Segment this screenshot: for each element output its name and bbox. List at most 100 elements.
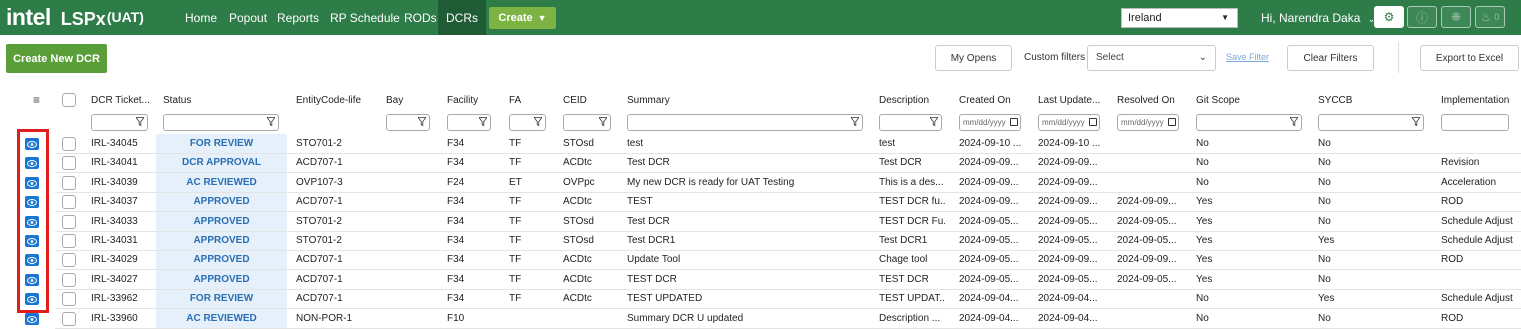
- info-button[interactable]: ⓘ: [1407, 6, 1437, 28]
- view-button[interactable]: [25, 313, 39, 325]
- filter-syccb-input[interactable]: [1318, 114, 1424, 131]
- settings-button[interactable]: ⚙: [1374, 6, 1404, 28]
- filter-git-scope-input[interactable]: [1196, 114, 1302, 131]
- row-checkbox[interactable]: [62, 253, 76, 267]
- filter-summary-input[interactable]: [627, 114, 863, 131]
- col-header-ceid[interactable]: CEID: [563, 95, 587, 106]
- row-checkbox[interactable]: [62, 234, 76, 248]
- row-checkbox[interactable]: [62, 312, 76, 326]
- my-opens-button[interactable]: My Opens: [935, 45, 1012, 71]
- col-header-git-scope[interactable]: Git Scope: [1196, 95, 1240, 106]
- cell-facility: F34: [447, 216, 465, 227]
- cell-facility: F34: [447, 293, 465, 304]
- cell-resolved-on: 2024-09-05...: [1117, 235, 1177, 246]
- cell-description: Chage tool: [879, 254, 928, 265]
- user-menu[interactable]: Hi, Narendra Daka ⌄: [1261, 0, 1375, 35]
- info-icon: ⓘ: [1415, 10, 1428, 25]
- row-checkbox[interactable]: [62, 195, 76, 209]
- cell-ticket[interactable]: IRL-34039: [91, 177, 151, 188]
- filter-description-input[interactable]: [879, 114, 942, 131]
- nav-popout[interactable]: Popout: [229, 0, 267, 35]
- cell-ticket[interactable]: IRL-33960: [91, 313, 151, 324]
- cell-ticket[interactable]: IRL-34041: [91, 157, 151, 168]
- intel-logo: intel: [6, 4, 51, 30]
- filter-created-on-date[interactable]: mm/dd/yyyy: [959, 114, 1021, 131]
- row-divider: [55, 153, 1521, 154]
- nav-dcrs[interactable]: DCRs: [438, 0, 486, 35]
- notifications-button[interactable]: ♨ 0: [1475, 6, 1505, 28]
- col-header-summary[interactable]: Summary: [627, 95, 670, 106]
- col-header-status[interactable]: Status: [163, 95, 191, 106]
- funnel-icon: [1290, 117, 1298, 126]
- cell-syccb: No: [1318, 196, 1331, 207]
- filter-resolved-on-date[interactable]: mm/dd/yyyy: [1117, 114, 1179, 131]
- row-divider: [55, 172, 1521, 173]
- create-dropdown-button[interactable]: Create ▼: [489, 7, 556, 29]
- cell-ticket[interactable]: IRL-33962: [91, 293, 151, 304]
- col-header-resolved-on[interactable]: Resolved On: [1117, 95, 1175, 106]
- column-menu-icon[interactable]: ≡: [33, 93, 40, 107]
- date-placeholder: mm/dd/yyyy: [1121, 118, 1164, 127]
- col-header-description[interactable]: Description: [879, 95, 929, 106]
- col-header-last-update[interactable]: Last Update...: [1038, 95, 1100, 106]
- export-excel-button[interactable]: Export to Excel: [1420, 45, 1519, 71]
- nav-rp-schedule[interactable]: RP Schedule: [330, 0, 400, 35]
- cell-ceid: OVPpc: [563, 177, 595, 188]
- cell-created-on: 2024-09-10 ...: [959, 138, 1022, 149]
- nav-home[interactable]: Home: [185, 0, 217, 35]
- custom-filters-select[interactable]: Select ⌄: [1087, 45, 1216, 71]
- cell-fa: ET: [509, 177, 522, 188]
- filter-fa-input[interactable]: [509, 114, 546, 131]
- clear-filters-button[interactable]: Clear Filters: [1287, 45, 1374, 71]
- nav-reports[interactable]: Reports: [277, 0, 319, 35]
- cell-ticket[interactable]: IRL-34045: [91, 138, 151, 149]
- cell-description: Description ...: [879, 313, 941, 324]
- filter-last-update-date[interactable]: mm/dd/yyyy: [1038, 114, 1100, 131]
- filter-facility-input[interactable]: [447, 114, 491, 131]
- row-checkbox[interactable]: [62, 292, 76, 306]
- cell-last-update: 2024-09-09...: [1038, 254, 1098, 265]
- save-filter-link[interactable]: Save Filter: [1226, 52, 1269, 62]
- row-divider: [55, 289, 1521, 290]
- filter-bay-input[interactable]: [386, 114, 430, 131]
- region-select[interactable]: Ireland ▼: [1121, 8, 1238, 28]
- col-header-syccb[interactable]: SYCCB: [1318, 95, 1352, 106]
- cell-fa: TF: [509, 254, 522, 265]
- row-checkbox[interactable]: [62, 156, 76, 170]
- row-checkbox[interactable]: [62, 176, 76, 190]
- col-header-fa[interactable]: FA: [509, 95, 521, 106]
- col-header-facility[interactable]: Facility: [447, 95, 478, 106]
- cell-ticket[interactable]: IRL-34033: [91, 216, 151, 227]
- cell-ticket[interactable]: IRL-34029: [91, 254, 151, 265]
- row-checkbox[interactable]: [62, 273, 76, 287]
- col-header-created-on[interactable]: Created On: [959, 95, 1011, 106]
- filter-ceid-input[interactable]: [563, 114, 611, 131]
- nav-rods[interactable]: RODs: [404, 0, 437, 35]
- filter-ticket-input[interactable]: [91, 114, 148, 131]
- col-header-bay[interactable]: Bay: [386, 95, 403, 106]
- cell-ticket[interactable]: IRL-34031: [91, 235, 151, 246]
- date-placeholder: mm/dd/yyyy: [963, 118, 1006, 127]
- cell-ticket[interactable]: IRL-34037: [91, 196, 151, 207]
- filter-implementation-input[interactable]: [1441, 114, 1509, 131]
- cell-last-update: 2024-09-09...: [1038, 177, 1098, 188]
- brand-logo[interactable]: intel LSPx (UAT): [6, 4, 144, 32]
- cell-entitycode: ACD707-1: [296, 157, 343, 168]
- col-header-implementation[interactable]: Implementation: [1441, 95, 1509, 106]
- bug-report-button[interactable]: ❋: [1441, 6, 1471, 28]
- col-header-ticket[interactable]: DCR Ticket...: [91, 95, 150, 106]
- select-all-checkbox[interactable]: [62, 93, 76, 107]
- cell-git-scope: No: [1196, 157, 1209, 168]
- cell-ticket[interactable]: IRL-34027: [91, 274, 151, 285]
- filter-status-input[interactable]: [163, 114, 279, 131]
- region-value: Ireland: [1128, 12, 1162, 24]
- create-new-dcr-button[interactable]: Create New DCR: [6, 44, 107, 73]
- cell-implementation: Revision: [1441, 157, 1480, 168]
- row-checkbox[interactable]: [62, 215, 76, 229]
- cell-facility: F24: [447, 177, 465, 188]
- cell-status: APPROVED: [193, 235, 250, 246]
- cell-resolved-on: 2024-09-05...: [1117, 274, 1177, 285]
- row-checkbox[interactable]: [62, 137, 76, 151]
- col-header-entitycode[interactable]: EntityCode-life: [296, 95, 361, 106]
- cell-git-scope: Yes: [1196, 216, 1213, 227]
